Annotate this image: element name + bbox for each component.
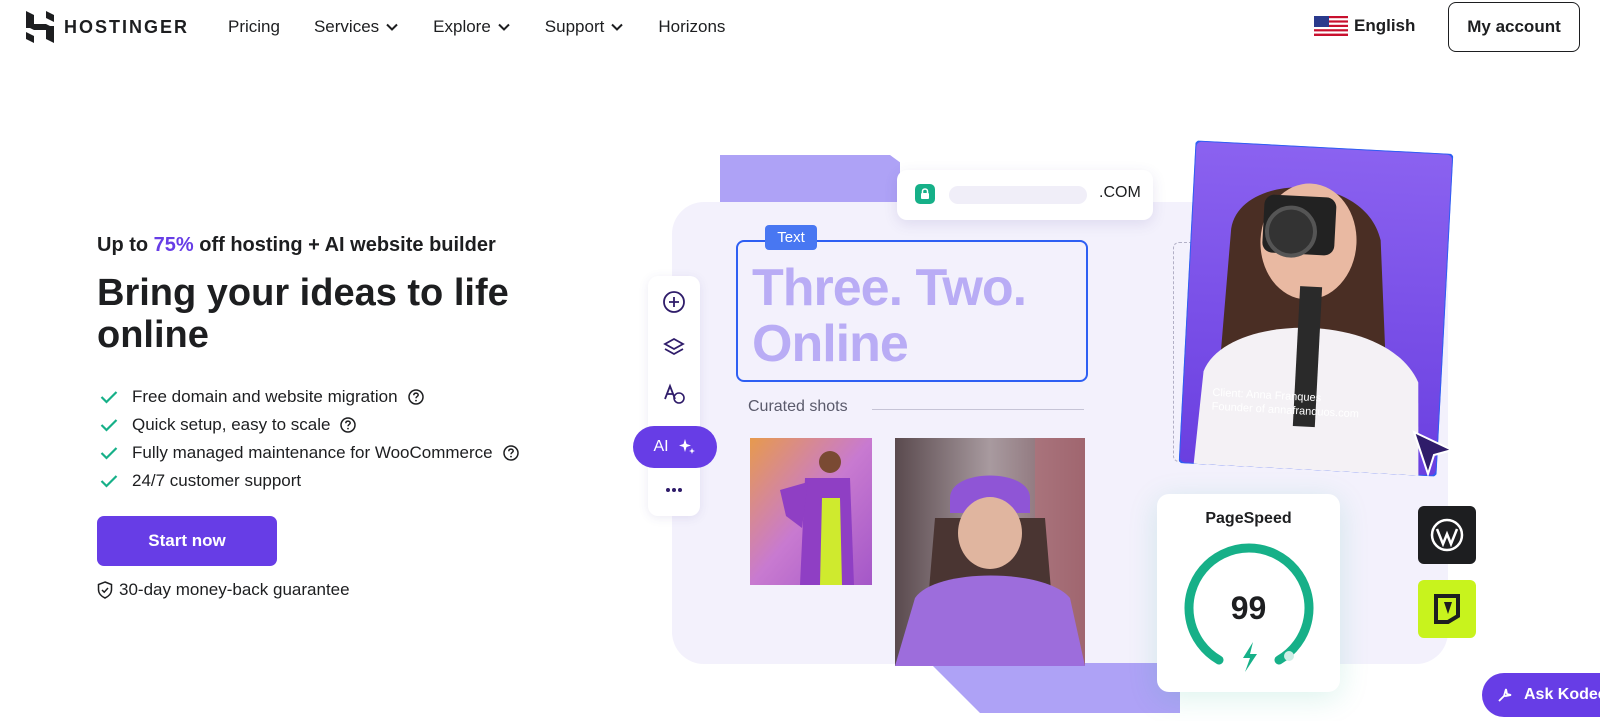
site-header: HOSTINGER Pricing Services Explore Suppo… [0, 0, 1600, 56]
hero-title: Bring your ideas to life online [97, 272, 509, 356]
pagespeed-score: 99 [1230, 590, 1267, 626]
lightning-icon [1243, 642, 1257, 672]
fashion-photo-woman [895, 438, 1085, 666]
decorative-shape-bottom [930, 663, 1180, 713]
chevron-down-icon [386, 23, 398, 31]
feature-item: Free domain and website migration [100, 383, 519, 411]
nav-explore[interactable]: Explore [433, 17, 511, 37]
feature-text: Free domain and website migration [132, 387, 398, 406]
feature-text: 24/7 customer support [132, 471, 302, 490]
hero-kicker: Up to 75% off hosting + AI website build… [97, 234, 496, 257]
question-mark-icon[interactable] [407, 389, 424, 405]
start-now-button[interactable]: Start now [97, 516, 277, 566]
nav-horizons[interactable]: Horizons [658, 17, 725, 37]
sample-headline-line2: Online [752, 315, 909, 373]
pointer-cursor-icon [1412, 430, 1455, 478]
check-icon [100, 391, 118, 404]
money-back-guarantee: 30-day money-back guarantee [97, 580, 350, 600]
curated-shots-label: Curated shots [748, 398, 848, 415]
nav-services[interactable]: Services [314, 17, 399, 37]
chevron-down-icon [611, 23, 624, 31]
divider [872, 409, 1084, 410]
kodee-sparkle-icon [1498, 688, 1512, 702]
ask-kodee-button[interactable]: Ask Kodee [1482, 673, 1600, 717]
check-icon [100, 419, 118, 432]
us-flag-icon [1314, 16, 1348, 36]
kicker-prefix: Up to [97, 234, 154, 256]
client-photo [1178, 139, 1454, 478]
shield-check-icon [97, 581, 113, 599]
more-options-icon [666, 488, 682, 492]
sample-headline: Three. Two. Online [752, 260, 1082, 372]
nav-services-label: Services [313, 17, 380, 36]
wordpress-logo-icon [1418, 506, 1476, 564]
nav-explore-label: Explore [433, 17, 491, 36]
chevron-down-icon [498, 23, 510, 31]
add-circle-icon [663, 291, 685, 313]
feature-item: Quick setup, easy to scale [100, 411, 519, 439]
sample-headline-line1: Three. Two. [752, 259, 1027, 317]
ai-button: AI [633, 426, 717, 468]
text-block-tag: Text [765, 225, 817, 250]
question-mark-icon[interactable] [340, 417, 357, 433]
guarantee-text: 30-day money-back guarantee [119, 580, 350, 599]
language-selector[interactable]: English [1314, 16, 1415, 36]
check-icon [100, 447, 118, 460]
language-label: English [1354, 16, 1416, 35]
pagespeed-label: PageSpeed [1205, 510, 1292, 527]
nav-support-label: Support [544, 17, 605, 36]
nav-pricing[interactable]: Pricing [228, 17, 280, 37]
feature-text: Quick setup, easy to scale [132, 415, 331, 434]
typography-palette-icon [664, 383, 685, 404]
layers-icon [663, 337, 685, 356]
pagespeed-card: PageSpeed 99 [1157, 494, 1340, 692]
decorative-shape-top [720, 155, 900, 203]
question-mark-icon[interactable] [502, 445, 519, 461]
fashion-photo-man [750, 438, 872, 585]
ask-kodee-label: Ask Kodee [1524, 686, 1600, 703]
horizons-logo-icon [1418, 580, 1476, 638]
discount-highlight: 75% [153, 234, 194, 256]
feature-list: Free domain and website migration Quick … [100, 383, 519, 495]
url-suffix: .COM [1099, 184, 1141, 201]
ai-button-label: AI [653, 438, 669, 455]
url-placeholder-field [949, 186, 1087, 204]
hostinger-logo[interactable]: HOSTINGER [26, 11, 189, 43]
builder-toolbar [648, 276, 700, 516]
nav-pricing-label: Pricing [228, 17, 280, 36]
main-nav: Pricing Services Explore Support Horizon… [228, 17, 759, 37]
kicker-suffix: off hosting + AI website builder [193, 234, 496, 256]
feature-item: 24/7 customer support [100, 467, 519, 495]
lock-icon [915, 184, 935, 204]
domain-url-bar: .COM [897, 170, 1153, 220]
nav-horizons-label: Horizons [658, 17, 726, 36]
nav-support[interactable]: Support [545, 17, 625, 37]
check-icon [100, 475, 118, 488]
my-account-button[interactable]: My account [1448, 2, 1580, 52]
client-photo-card: Client: Anna Franques Founder of annafra… [1178, 139, 1454, 478]
feature-item: Fully managed maintenance for WooCommerc… [100, 439, 519, 467]
hostinger-logo-icon [26, 11, 54, 43]
sparkle-icon [678, 439, 695, 454]
logo-text: HOSTINGER [64, 16, 190, 37]
feature-text: Fully managed maintenance for WooCommerc… [132, 443, 493, 462]
